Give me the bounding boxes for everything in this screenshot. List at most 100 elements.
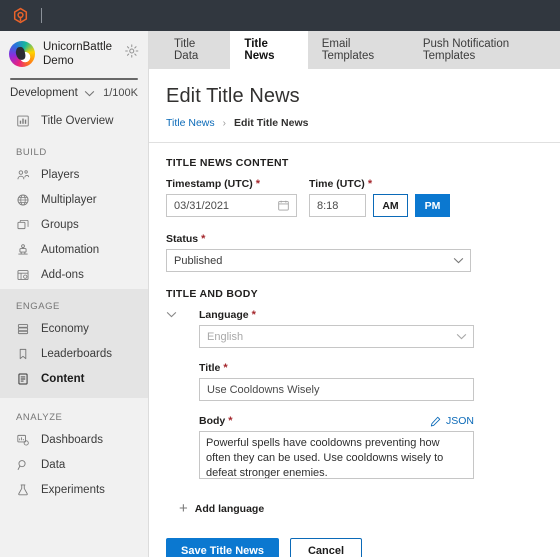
timestamp-input-wrap	[166, 194, 297, 217]
top-bar	[0, 0, 560, 31]
required-marker: *	[255, 178, 261, 190]
flask-icon	[18, 484, 28, 495]
timestamp-label-text: Timestamp (UTC)	[166, 178, 253, 190]
breadcrumb-current: Edit Title News	[233, 117, 309, 129]
tab-email-templates[interactable]: Email Templates	[308, 31, 409, 69]
time-label: Time (UTC) *	[309, 178, 450, 190]
status-select[interactable]: Published	[166, 249, 471, 272]
robot-icon	[18, 243, 28, 254]
studio-header: UnicornBattle Demo	[0, 31, 148, 68]
sidebar-item-economy[interactable]: Economy	[0, 316, 148, 341]
status-select-wrap: Published	[166, 249, 471, 272]
title-name: UnicornBattle Demo	[43, 41, 113, 67]
sidebar-group-engage: ENGAGE Economy Leaderboards Content	[0, 289, 148, 398]
language-block: Language * English Title * Use Cooldowns…	[166, 309, 560, 484]
pm-button[interactable]: PM	[415, 194, 450, 217]
sidebar-item-label: Data	[41, 458, 66, 471]
sidebar-item-label: Add-ons	[41, 268, 84, 281]
sidebar-item-label: Economy	[41, 322, 89, 335]
addons-icon	[17, 269, 29, 280]
left-sidebar: UnicornBattle Demo Development 1/100K Ti…	[0, 31, 149, 557]
chart-bar-icon	[17, 115, 29, 126]
add-language-label: Add language	[194, 502, 265, 515]
title-label: Title *	[199, 362, 560, 374]
language-label: Language *	[199, 309, 560, 321]
sidebar-section-title: BUILD	[16, 147, 47, 158]
language-fields: Language * English Title * Use Cooldowns…	[182, 309, 560, 484]
required-marker: *	[251, 309, 256, 321]
chevron-down-icon[interactable]	[166, 311, 177, 318]
json-edit-link[interactable]: JSON	[430, 415, 474, 427]
json-link-label: JSON	[445, 415, 474, 427]
time-controls: AM PM	[309, 194, 450, 217]
title-avatar-icon	[9, 41, 35, 67]
timestamp-field-group: Timestamp (UTC) *	[166, 178, 297, 217]
sidebar-item-content[interactable]: Content	[0, 366, 148, 391]
required-marker: *	[223, 362, 228, 374]
sidebar-item-title-overview[interactable]: Title Overview	[0, 108, 148, 133]
sidebar-item-experiments[interactable]: Experiments	[0, 477, 148, 502]
sidebar-item-label: Dashboards	[41, 433, 104, 446]
calendar-icon[interactable]	[277, 199, 290, 212]
sidebar-item-label: Leaderboards	[41, 347, 112, 360]
sidebar-item-label: Players	[41, 168, 80, 181]
sidebar-group-build: BUILD Players Multiplayer Groups Automat…	[0, 147, 148, 289]
language-label-text: Language	[199, 309, 249, 321]
bookmark-icon	[19, 348, 27, 359]
tab-title-data[interactable]: Title Data	[160, 31, 230, 69]
title-input[interactable]	[199, 378, 474, 401]
stack-icon	[17, 219, 29, 229]
time-input[interactable]	[309, 194, 366, 217]
sidebar-section-title: ANALYZE	[16, 412, 63, 423]
sidebar-item-multiplayer[interactable]: Multiplayer	[0, 187, 148, 212]
globe-icon	[17, 194, 29, 205]
sidebar-item-groups[interactable]: Groups	[0, 212, 148, 237]
required-marker: *	[367, 178, 373, 190]
main-content: Title Data Title News Email Templates Pu…	[149, 31, 560, 557]
topbar-divider	[41, 8, 42, 23]
sidebar-item-leaderboards[interactable]: Leaderboards	[0, 341, 148, 366]
playfab-logo-icon[interactable]	[12, 7, 29, 24]
status-label: Status *	[166, 233, 471, 245]
section-title-news-content: TITLE NEWS CONTENT	[166, 157, 289, 169]
page-title: Edit Title News	[166, 85, 300, 107]
datetime-row: Timestamp (UTC) * Time (UTC) *	[166, 178, 560, 217]
status-label-text: Status	[166, 233, 199, 245]
sidebar-item-dashboards[interactable]: Dashboards	[0, 427, 148, 452]
plus-icon: +	[179, 500, 188, 517]
body-textarea[interactable]: Powerful spells have cooldowns preventin…	[199, 431, 474, 479]
body-field-group: Body * JSON Powerful spells have cooldow…	[199, 415, 560, 484]
sidebar-group-analyze: ANALYZE Dashboards Data Experiments	[0, 412, 148, 502]
breadcrumb-link-title-news[interactable]: Title News	[166, 117, 215, 129]
tab-push-notification-templates[interactable]: Push Notification Templates	[409, 31, 560, 69]
sidebar-item-label: Multiplayer	[41, 193, 97, 206]
title-news-form: TITLE NEWS CONTENT Timestamp (UTC) * 03/…	[149, 143, 560, 557]
sidebar-item-label: Automation	[41, 243, 100, 256]
chevron-down-icon	[84, 90, 95, 96]
page-header: Edit Title News Title News › Edit Title …	[149, 69, 560, 129]
people-icon	[17, 169, 30, 179]
status-field-group: Status * Published	[166, 233, 471, 272]
time-label-text: Time (UTC)	[309, 178, 365, 190]
section-title-and-body: TITLE AND BODY	[166, 288, 258, 300]
environment-selector[interactable]: Development 1/100K	[0, 80, 148, 108]
document-icon	[18, 372, 28, 385]
time-field-group: Time (UTC) * AM PM	[309, 178, 450, 217]
breadcrumb-separator: ›	[222, 117, 226, 129]
playfab-game-manager: UnicornBattle Demo Development 1/100K Ti…	[0, 0, 560, 557]
sidebar-item-automation[interactable]: Automation	[0, 237, 148, 262]
form-actions: Save Title News Cancel	[166, 538, 560, 557]
required-marker: *	[228, 415, 233, 427]
save-title-news-button[interactable]: Save Title News	[166, 538, 279, 557]
cancel-button[interactable]: Cancel	[289, 538, 363, 557]
tab-title-news[interactable]: Title News	[230, 31, 308, 69]
gear-icon[interactable]	[124, 43, 140, 59]
tab-bar: Title Data Title News Email Templates Pu…	[149, 31, 560, 69]
am-button[interactable]: AM	[373, 194, 408, 217]
sidebar-item-players[interactable]: Players	[0, 162, 148, 187]
language-select[interactable]: English	[199, 325, 474, 348]
timestamp-label: Timestamp (UTC) *	[166, 178, 297, 190]
sidebar-item-add-ons[interactable]: Add-ons	[0, 262, 148, 287]
sidebar-item-data[interactable]: Data	[0, 452, 148, 477]
add-language-button[interactable]: + Add language	[179, 500, 560, 517]
